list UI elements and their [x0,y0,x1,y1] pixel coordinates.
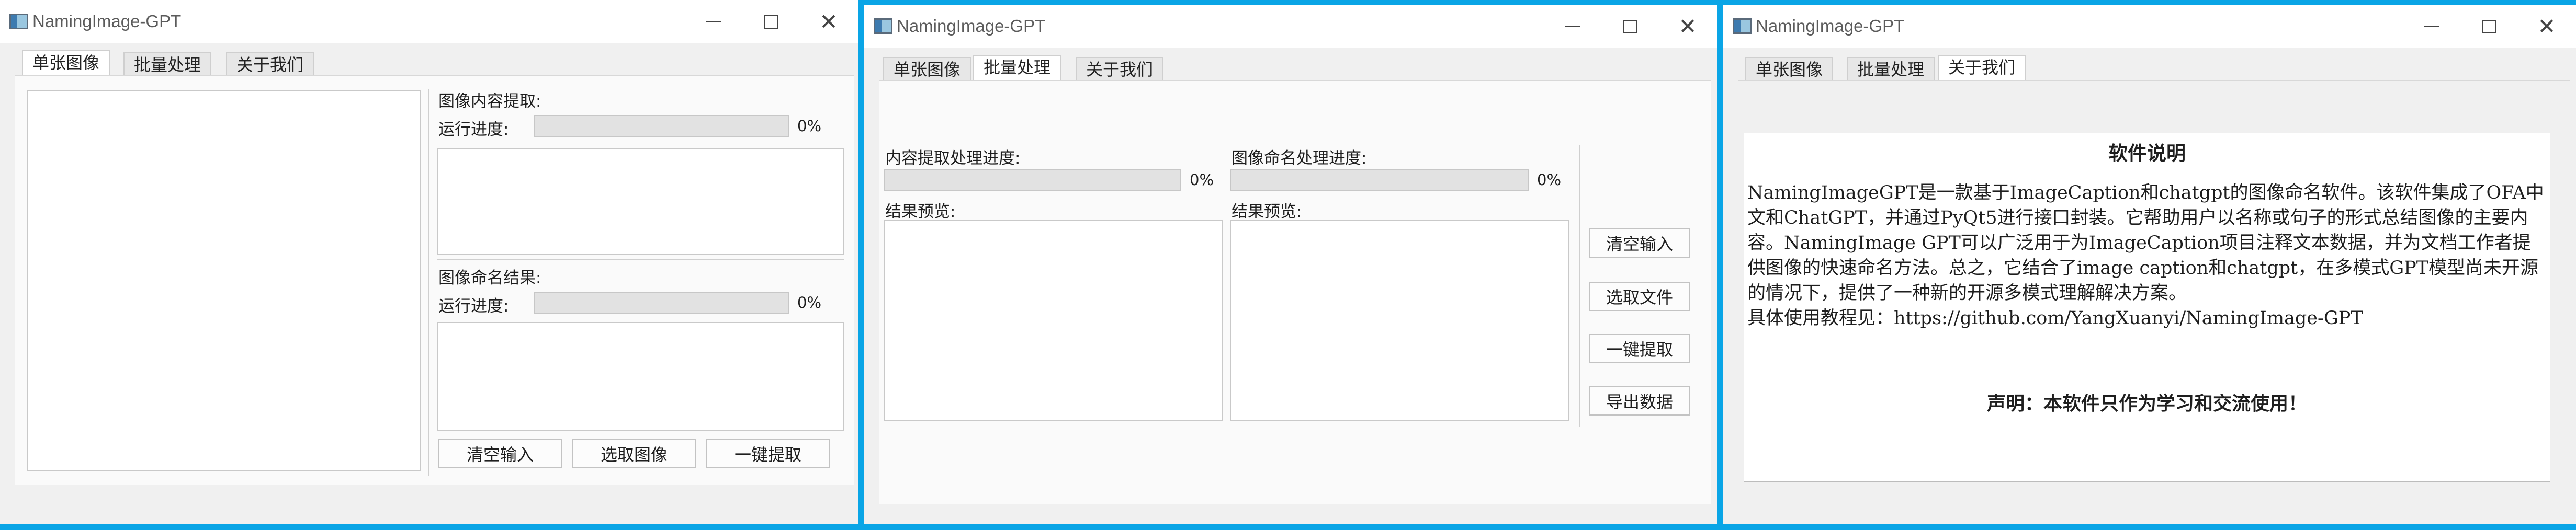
clear-input-button[interactable]: 清空输入 [438,439,562,468]
tab-bar: 单张图像 批量处理 关于我们 [1723,55,2576,80]
maximize-button[interactable] [2464,12,2514,41]
close-icon: ✕ [2537,14,2556,39]
tab-bar: 单张图像 批量处理 关于我们 [864,55,1717,80]
window-title: NamingImage-GPT [897,16,1046,36]
minimize-icon [1565,26,1580,27]
splitter[interactable] [1579,145,1580,427]
naming-result-title: 图像命名结果: [438,269,541,287]
one-click-extract-button[interactable]: 一键提取 [706,439,830,468]
close-button[interactable]: ✕ [2522,12,2572,41]
title-bar: NamingImage-GPT ✕ [1723,5,2576,48]
tab-panel-batch: 内容提取处理进度: 0% 结果预览: 图像命名处理进度: 0% 结果预览: 清空… [879,80,1711,504]
close-button[interactable]: ✕ [1663,12,1713,41]
content-progress-title: 内容提取处理进度: [885,149,1021,168]
content-progress-label: 运行进度: [438,120,509,139]
maximize-button[interactable] [746,7,796,37]
content-preview-box[interactable] [884,220,1223,421]
about-heading: 软件说明 [2108,142,2186,165]
minimize-icon [2424,26,2439,27]
tab-single-image[interactable]: 单张图像 [1745,57,1834,80]
maximize-icon [2482,20,2496,33]
naming-progress-label: 运行进度: [438,297,509,316]
tab-batch[interactable]: 批量处理 [1847,57,1935,80]
horizontal-divider [437,259,844,260]
maximize-button[interactable] [1605,12,1655,41]
about-text-area: 软件说明 NamingImageGPT是一款基于ImageCaption和cha… [1744,133,2550,482]
app-icon [9,14,28,29]
minimize-icon [706,21,721,22]
tab-about[interactable]: 关于我们 [226,52,314,75]
naming-result-box[interactable] [437,322,844,431]
content-progress-value: 0% [1190,171,1214,189]
content-progress-bar [884,169,1181,191]
app-icon [1733,18,1752,34]
content-progress-bar [534,115,789,137]
tab-single-image[interactable]: 单张图像 [883,57,971,80]
window-title: NamingImage-GPT [1756,16,1905,36]
about-description: NamingImageGPT是一款基于ImageCaption和chatgpt的… [1747,182,2544,304]
tab-about[interactable]: 关于我们 [1076,57,1164,80]
window-batch: NamingImage-GPT ✕ 单张图像 批量处理 关于我们 内容提取处理进… [864,5,1717,524]
tab-about[interactable]: 关于我们 [1938,55,2026,80]
tab-batch[interactable]: 批量处理 [973,55,1061,80]
content-result-box[interactable] [437,148,844,255]
image-display-area[interactable] [27,90,421,471]
title-bar: NamingImage-GPT ✕ [864,5,1717,48]
naming-progress-bar [534,292,789,314]
select-file-button[interactable]: 选取文件 [1589,282,1690,311]
window-about: NamingImage-GPT ✕ 单张图像 批量处理 关于我们 软件说明 Na… [1723,5,2576,524]
close-icon: ✕ [1678,14,1697,39]
minimize-button[interactable] [2406,12,2457,41]
naming-preview-box[interactable] [1230,220,1569,421]
tutorial-link[interactable]: 具体使用教程见：https://github.com/YangXuanyi/Na… [1747,306,2545,331]
title-bar: NamingImage-GPT ✕ [0,0,858,43]
tab-bar: 单张图像 批量处理 关于我们 [0,50,858,75]
naming-preview-label: 结果预览: [1231,202,1302,221]
naming-progress-value: 0% [1537,171,1562,189]
splitter[interactable] [428,89,429,476]
tab-single-image[interactable]: 单张图像 [22,50,110,75]
content-extract-title: 图像内容提取: [438,92,541,111]
select-image-button[interactable]: 选取图像 [572,439,696,468]
content-preview-label: 结果预览: [885,202,956,221]
window-single-image: NamingImage-GPT ✕ 单张图像 批量处理 关于我们 图像内容提取:… [0,0,858,524]
export-data-button[interactable]: 导出数据 [1589,386,1690,416]
naming-progress-title: 图像命名处理进度: [1231,149,1367,168]
tab-panel-single: 图像内容提取: 运行进度: 0% 图像命名结果: 运行进度: 0% 清空输入 选… [15,75,854,485]
close-button[interactable]: ✕ [804,7,854,37]
maximize-icon [764,15,778,29]
minimize-button[interactable] [1547,12,1598,41]
close-icon: ✕ [819,9,838,34]
maximize-icon [1623,20,1637,33]
app-icon [874,18,892,34]
about-body: NamingImageGPT是一款基于ImageCaption和chatgpt的… [1747,180,2545,331]
clear-input-button[interactable]: 清空输入 [1589,228,1690,258]
about-statement: 声明：本软件只作为学习和交流使用！ [1986,393,2307,414]
content-progress-value: 0% [797,117,822,135]
naming-progress-value: 0% [797,294,822,312]
window-title: NamingImage-GPT [32,11,182,31]
one-click-extract-button[interactable]: 一键提取 [1589,334,1690,363]
naming-progress-bar [1230,169,1529,191]
tab-batch[interactable]: 批量处理 [123,52,212,75]
minimize-button[interactable] [688,7,739,37]
